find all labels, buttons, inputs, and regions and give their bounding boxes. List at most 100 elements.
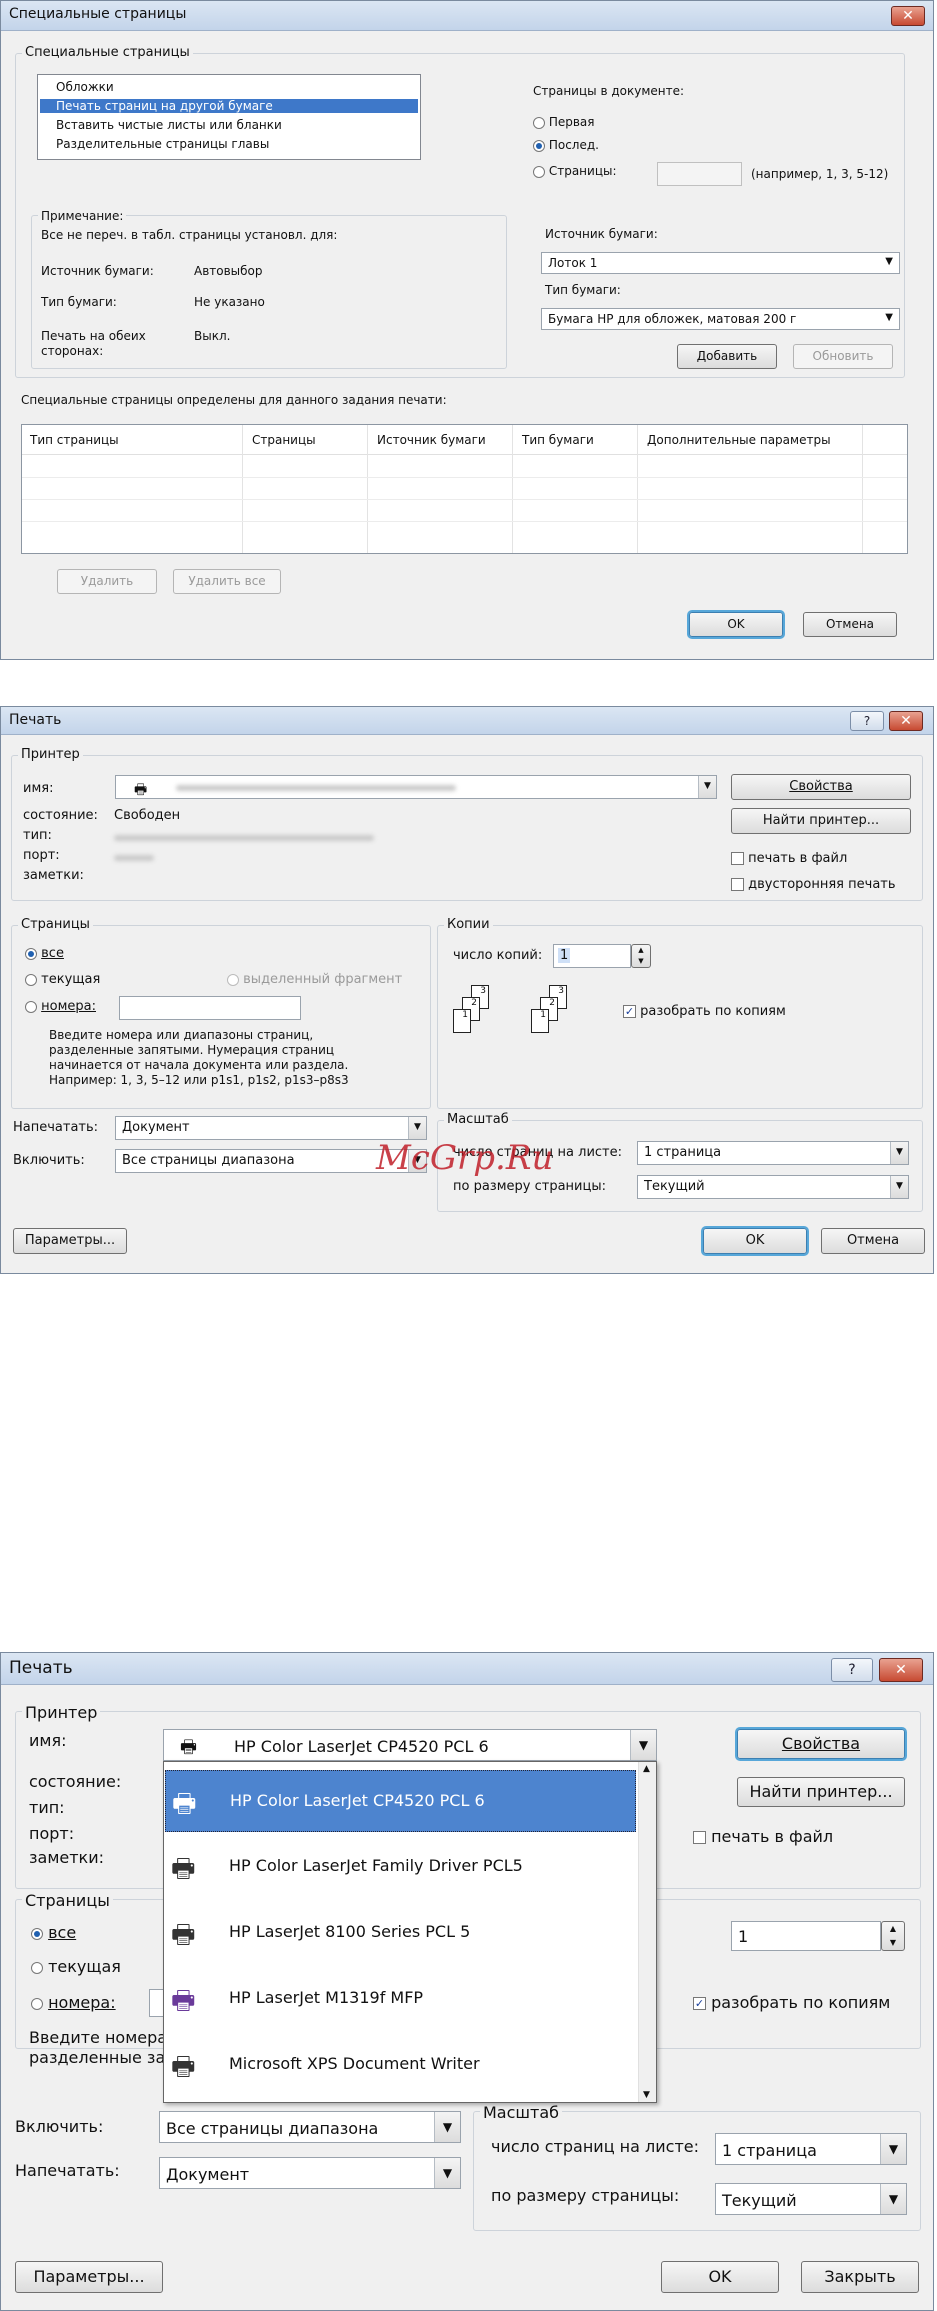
cancel-button[interactable]: Отмена bbox=[821, 1228, 925, 1254]
printer-name-blurred bbox=[176, 785, 456, 791]
arrow-down-icon: ▼ bbox=[643, 2090, 650, 2100]
arrow-down-icon: ▼ bbox=[638, 957, 644, 965]
radio-all[interactable]: все bbox=[31, 1923, 76, 1942]
printer-option[interactable]: 🖶 Microsoft XPS Document Writer bbox=[165, 2034, 636, 2096]
select-value: Текущий bbox=[644, 1179, 705, 1194]
dropdown-arrow[interactable]: ▼ bbox=[434, 2158, 460, 2188]
print-what-select[interactable]: Документ ▼ bbox=[115, 1116, 427, 1140]
options-button[interactable]: Параметры... bbox=[13, 1228, 127, 1254]
radio-selection[interactable]: выделенный фрагмент bbox=[227, 972, 402, 987]
printer-option[interactable]: 🖶 HP LaserJet 8100 Series PCL 5 bbox=[165, 1902, 636, 1964]
properties-button[interactable]: Свойства bbox=[731, 774, 911, 800]
find-printer-button[interactable]: Найти принтер... bbox=[731, 808, 911, 834]
list-item[interactable]: Обложки bbox=[40, 80, 418, 94]
copies-input[interactable]: 1 bbox=[553, 944, 631, 968]
copies-input[interactable]: 1 bbox=[731, 1921, 881, 1951]
delete-all-button[interactable]: Удалить все bbox=[173, 569, 281, 594]
paper-type-select[interactable]: Бумага HP для обложек, матовая 200 г ▼ bbox=[541, 308, 900, 330]
radio-last[interactable]: Послед. bbox=[533, 138, 599, 152]
update-button[interactable]: Обновить bbox=[793, 344, 893, 369]
print-to-file-label: печать в файл bbox=[711, 1827, 834, 1846]
paper-source-select[interactable]: Лоток 1 ▼ bbox=[541, 252, 900, 274]
help-button[interactable]: ? bbox=[831, 1658, 873, 1682]
status-value: Свободен bbox=[114, 808, 181, 823]
dropdown-arrow[interactable]: ▼ bbox=[880, 2134, 906, 2164]
duplex-checkbox[interactable]: двусторонняя печать bbox=[731, 877, 896, 892]
printer-option-selected[interactable]: 🖶 HP Color LaserJet CP4520 PCL 6 bbox=[165, 1770, 636, 1832]
col-divider bbox=[512, 425, 513, 553]
close-button[interactable]: ✕ bbox=[889, 711, 923, 731]
dropdown-scrollbar[interactable]: ▲ ▼ bbox=[638, 1762, 656, 2102]
cancel-button[interactable]: Отмена bbox=[803, 612, 897, 637]
special-pages-table[interactable]: Тип страницы Страницы Источник бумаги Ти… bbox=[21, 424, 908, 554]
printer-icon: 🖶 bbox=[171, 2052, 196, 2082]
options-button[interactable]: Параметры... bbox=[15, 2261, 163, 2293]
help-line-1: Введите номера или диапазоны страниц, bbox=[49, 1028, 314, 1042]
collate-checkbox[interactable]: ✓ разобрать по копиям bbox=[623, 1004, 786, 1019]
collate-checkbox[interactable]: ✓ разобрать по копиям bbox=[693, 1993, 890, 2012]
print-to-file-checkbox[interactable]: печать в файл bbox=[731, 851, 847, 866]
printer-option[interactable]: 🖶 HP Color LaserJet Family Driver PCL5 bbox=[165, 1836, 636, 1898]
pages-per-sheet-select[interactable]: 1 страница ▼ bbox=[715, 2133, 907, 2165]
list-item-selected[interactable]: Печать страниц на другой бумаге bbox=[40, 99, 418, 113]
pages-input[interactable] bbox=[657, 162, 742, 186]
radio-first[interactable]: Первая bbox=[533, 115, 595, 129]
dropdown-arrow[interactable]: ▼ bbox=[408, 1117, 426, 1139]
printer-icon: 🖶 bbox=[180, 1737, 197, 1758]
add-button[interactable]: Добавить bbox=[677, 344, 777, 369]
include-select[interactable]: Все страницы диапазона ▼ bbox=[159, 2111, 461, 2143]
ok-button[interactable]: OK bbox=[703, 1228, 807, 1254]
radio-current[interactable]: текущая bbox=[25, 972, 100, 987]
dropdown-arrow[interactable]: ▼ bbox=[698, 776, 716, 798]
page-numbers-input[interactable] bbox=[119, 996, 301, 1020]
printer-dropdown-list[interactable]: ▲ ▼ 🖶 HP Color LaserJet CP4520 PCL 6 🖶 H… bbox=[163, 1761, 657, 2103]
radio-pages[interactable]: Страницы: bbox=[533, 164, 617, 178]
radio-all[interactable]: все bbox=[25, 946, 64, 961]
pages-per-sheet-label: число страниц на листе: bbox=[491, 2137, 699, 2156]
table-row bbox=[22, 477, 907, 478]
radio-icon bbox=[533, 165, 545, 178]
close-button[interactable]: ✕ bbox=[891, 6, 925, 26]
print-to-file-checkbox[interactable]: печать в файл bbox=[693, 1827, 833, 1846]
print-to-file-label: печать в файл bbox=[748, 851, 848, 866]
printer-name-select[interactable]: 🖶 ▼ bbox=[115, 775, 717, 799]
watermark: McGrp.Ru bbox=[376, 1138, 554, 1178]
delete-button[interactable]: Удалить bbox=[57, 569, 157, 594]
dialog-title: Специальные страницы bbox=[9, 6, 187, 22]
list-item[interactable]: Вставить чистые листы или бланки bbox=[40, 118, 418, 132]
radio-numbers[interactable]: номера: bbox=[25, 999, 96, 1014]
radio-current[interactable]: текущая bbox=[31, 1957, 121, 1976]
dropdown-arrow[interactable]: ▼ bbox=[434, 2112, 460, 2142]
properties-button[interactable]: Свойства bbox=[737, 1729, 905, 1759]
copies-spinner[interactable]: ▲ ▼ bbox=[881, 1921, 905, 1951]
dropdown-arrow[interactable]: ▼ bbox=[630, 1730, 656, 1760]
scale-select[interactable]: Текущий ▼ bbox=[715, 2183, 907, 2215]
help-line-2: разделенные запятыми. Нумерация страниц bbox=[49, 1043, 335, 1057]
scale-label: по размеру страницы: bbox=[491, 2186, 680, 2205]
dropdown-arrow[interactable]: ▼ bbox=[890, 1176, 908, 1198]
radio-numbers[interactable]: номера: bbox=[31, 1993, 116, 2012]
print-dialog-dropdown-open: Печать ? ✕ Принтер имя: 🖶 HP Color Laser… bbox=[0, 1652, 934, 2311]
close-button[interactable]: ✕ bbox=[879, 1658, 923, 1682]
copies-spinner[interactable]: ▲ ▼ bbox=[631, 944, 651, 968]
chevron-down-icon: ▼ bbox=[888, 2192, 899, 2206]
right-type-label: Тип бумаги: bbox=[545, 283, 621, 297]
close-dialog-button[interactable]: Закрыть bbox=[801, 2261, 919, 2293]
dialog-title: Печать bbox=[9, 712, 62, 728]
scale-select[interactable]: Текущий ▼ bbox=[637, 1175, 909, 1199]
printer-name-select[interactable]: 🖶 HP Color LaserJet CP4520 PCL 6 ▼ bbox=[163, 1729, 657, 1761]
print-what-select[interactable]: Документ ▼ bbox=[159, 2157, 461, 2189]
list-item[interactable]: Разделительные страницы главы bbox=[40, 137, 418, 151]
radio-icon bbox=[227, 973, 239, 986]
ok-button[interactable]: OK bbox=[661, 2261, 779, 2293]
col-extra: Дополнительные параметры bbox=[647, 433, 831, 447]
ok-button[interactable]: OK bbox=[689, 612, 783, 637]
dropdown-arrow[interactable]: ▼ bbox=[890, 1142, 908, 1164]
dropdown-arrow[interactable]: ▼ bbox=[880, 2184, 906, 2214]
help-button[interactable]: ? bbox=[850, 711, 884, 731]
pages-per-sheet-select[interactable]: 1 страница ▼ bbox=[637, 1141, 909, 1165]
find-printer-button[interactable]: Найти принтер... bbox=[737, 1777, 905, 1807]
note-text: Все не переч. в табл. страницы установл.… bbox=[41, 228, 338, 242]
printer-option[interactable]: 🖶 HP LaserJet M1319f MFP bbox=[165, 1968, 636, 2030]
special-pages-list[interactable]: Обложки Печать страниц на другой бумаге … bbox=[37, 74, 421, 160]
